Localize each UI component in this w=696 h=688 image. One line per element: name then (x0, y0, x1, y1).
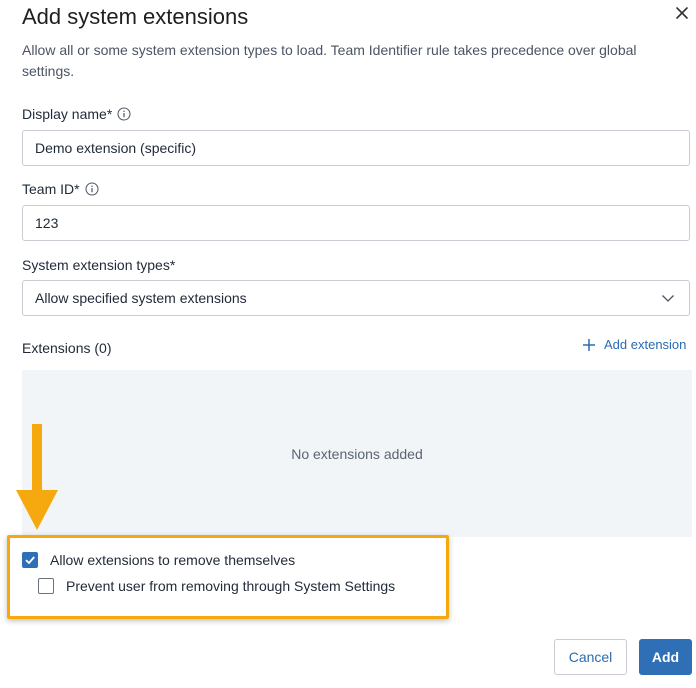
cancel-button[interactable]: Cancel (554, 639, 627, 675)
plus-icon (583, 338, 595, 351)
team-id-label: Team ID* (22, 181, 99, 197)
team-id-input[interactable] (22, 205, 690, 241)
chevron-down-icon (662, 295, 674, 302)
prevent-user-remove-label: Prevent user from removing through Syste… (66, 578, 396, 594)
display-name-label: Display name* (22, 106, 131, 122)
extensions-title: Extensions (0) (22, 340, 112, 356)
display-name-label-text: Display name* (22, 106, 113, 122)
allow-remove-label: Allow extensions to remove themselves (50, 552, 296, 568)
add-extension-label: Add extension (604, 337, 687, 352)
dialog-title: Add system extensions (22, 4, 249, 29)
prevent-user-remove-option[interactable]: Prevent user from removing through Syste… (38, 578, 395, 594)
display-name-input[interactable] (22, 130, 690, 166)
prevent-user-remove-checkbox[interactable] (38, 578, 54, 594)
extension-types-label: System extension types* (22, 257, 176, 273)
extension-types-selected: Allow specified system extensions (35, 290, 247, 306)
empty-state-text: No extensions added (291, 445, 423, 462)
add-extension-button[interactable]: Add extension (582, 337, 686, 352)
add-button[interactable]: Add (639, 639, 692, 675)
info-icon[interactable] (117, 107, 131, 121)
allow-remove-option[interactable]: Allow extensions to remove themselves (22, 552, 295, 568)
close-icon[interactable] (673, 4, 691, 22)
extensions-empty-state: No extensions added (22, 370, 692, 537)
dialog-description: Allow all or some system extension types… (22, 42, 637, 79)
extension-types-select[interactable]: Allow specified system extensions (22, 280, 690, 316)
highlight-box (7, 535, 449, 619)
arrow-down-icon (16, 424, 58, 530)
team-id-label-text: Team ID* (22, 181, 80, 197)
info-icon[interactable] (85, 182, 99, 196)
check-icon (25, 556, 35, 565)
allow-remove-checkbox[interactable] (22, 552, 38, 568)
